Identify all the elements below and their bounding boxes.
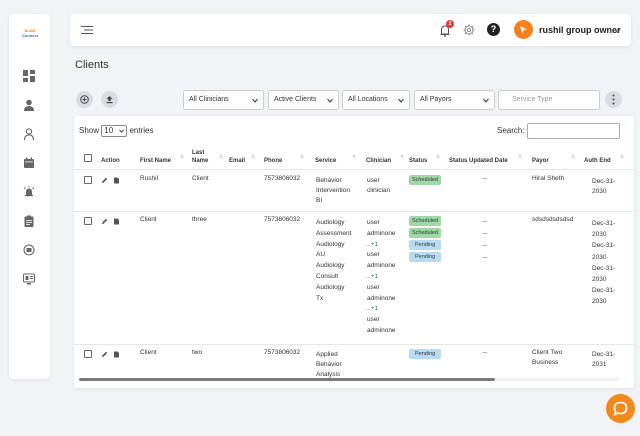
status-badge: Pending <box>409 252 442 262</box>
row-divider <box>74 344 634 345</box>
service-list: Applied Behavior Analysis <box>316 351 342 378</box>
calendar-icon[interactable] <box>22 156 36 170</box>
search-label: Search: <box>497 126 525 135</box>
auth-end-list: Dec-31- 2030 <box>592 178 616 195</box>
billing-icon[interactable] <box>22 243 36 257</box>
sort-icon: ⇅ <box>352 154 357 160</box>
chevron-down-icon <box>398 98 404 103</box>
dashboard-icon[interactable] <box>22 69 36 83</box>
row-checkbox[interactable] <box>84 217 92 225</box>
menu-toggle-icon[interactable] <box>81 24 93 36</box>
horizontal-scrollbar[interactable] <box>79 378 619 381</box>
sort-icon: ⇅ <box>251 154 256 160</box>
edit-pencil-icon[interactable] <box>101 177 108 184</box>
col-phone[interactable]: Phone <box>264 157 282 165</box>
document-icon[interactable] <box>113 351 120 358</box>
col-first-name[interactable]: First Name <box>140 157 171 165</box>
user-name[interactable]: rushil group owner <box>539 25 621 35</box>
sort-icon: ⇅ <box>571 154 576 160</box>
upload-icon <box>106 96 113 104</box>
col-last-name[interactable]: Last Name <box>192 149 208 165</box>
edit-pencil-icon[interactable] <box>101 218 108 225</box>
sort-icon: ⇅ <box>620 154 625 160</box>
clients-icon[interactable] <box>22 98 36 112</box>
clinician-list: user adminone ..+1 user adminone ..+1 user ad… <box>367 219 396 334</box>
reports-icon[interactable] <box>22 272 36 286</box>
plus-circle-icon <box>80 95 89 104</box>
col-auth-end[interactable]: Auth End <box>584 157 611 165</box>
entries-control: Show 10 entries <box>79 125 154 137</box>
sort-icon: ⇅ <box>518 154 523 160</box>
col-status-updated[interactable]: Status Updated Date <box>449 157 508 165</box>
col-payor[interactable]: Payor <box>532 157 549 165</box>
clipboard-icon[interactable] <box>22 214 36 228</box>
scrollbar-thumb[interactable] <box>79 378 495 381</box>
header-divider <box>74 169 634 170</box>
service-list: Behavior Intervention BI <box>316 177 350 204</box>
payors-filter[interactable]: All Payors <box>414 90 495 110</box>
status-badge: Scheduled <box>409 228 441 238</box>
clinician-list: user clinician <box>367 177 391 194</box>
chat-bubble-icon <box>613 401 628 416</box>
select-all-checkbox[interactable] <box>84 154 92 162</box>
chat-support-button[interactable] <box>606 394 635 423</box>
top-header: 2 ? rushil group owner <box>70 14 631 46</box>
sort-icon: ⇅ <box>219 154 224 160</box>
sidebar: Buildi Connect <box>9 14 50 379</box>
sort-icon: ⇅ <box>400 154 405 160</box>
status-badge: Pending <box>409 349 442 359</box>
user-outline-icon[interactable] <box>22 127 36 141</box>
status-badge: Pending <box>409 240 442 250</box>
col-status[interactable]: Status <box>409 157 427 165</box>
client-status-filter[interactable]: Active Clients <box>268 90 339 110</box>
sort-icon: ⇅ <box>180 154 185 160</box>
row-divider <box>74 211 634 212</box>
row-checkbox[interactable] <box>84 350 92 358</box>
service-list: Audiology Assessment Audiology AU Audiolog… <box>316 219 352 302</box>
status-badge: Scheduled <box>409 175 441 185</box>
locations-filter[interactable]: All Locations <box>342 90 410 110</box>
sort-icon: ⇅ <box>300 154 305 160</box>
service-type-input[interactable]: Service Type <box>498 90 600 110</box>
page-title: Clients <box>75 59 109 71</box>
edit-pencil-icon[interactable] <box>101 351 108 358</box>
chevron-down-icon <box>252 98 258 103</box>
add-client-button[interactable] <box>76 91 93 108</box>
sort-icon: ⇅ <box>436 154 441 160</box>
col-clinician[interactable]: Clinician <box>366 157 391 165</box>
notification-badge: 2 <box>446 20 454 28</box>
clients-table-card: Show 10 entries Search: Action First Nam… <box>74 116 634 388</box>
payor-cell: Client Two Business <box>532 349 563 366</box>
col-email[interactable]: Email <box>229 157 245 165</box>
upload-button[interactable] <box>101 91 118 108</box>
clinicians-filter[interactable]: All Clinicians <box>183 90 264 110</box>
chevron-down-icon <box>119 129 125 133</box>
auth-end-list: Dec-31- 2031 <box>592 351 616 368</box>
chevron-down-icon <box>483 98 489 103</box>
chevron-down-icon <box>327 98 333 103</box>
status-badge: Scheduled <box>409 216 441 226</box>
alarm-icon[interactable] <box>22 185 36 199</box>
document-icon[interactable] <box>113 177 120 184</box>
row-checkbox[interactable] <box>84 176 92 184</box>
chevron-down-icon[interactable] <box>614 27 621 34</box>
logo[interactable]: Buildi Connect <box>14 28 46 42</box>
col-action: Action <box>101 158 120 164</box>
updated-list: -- -- -- -- <box>483 218 488 261</box>
col-service[interactable]: Service <box>315 157 336 165</box>
auth-end-list: Dec-31- 2030 Dec-31- 2030 Dec-31- 2030 Dec-… <box>592 220 616 306</box>
help-icon[interactable]: ? <box>487 23 500 36</box>
table-search-input[interactable] <box>527 123 620 139</box>
vertical-dots-icon <box>612 94 615 105</box>
document-icon[interactable] <box>113 218 120 225</box>
more-options-button[interactable] <box>605 91 622 108</box>
entries-select[interactable]: 10 <box>101 125 128 137</box>
avatar[interactable] <box>514 20 533 39</box>
settings-gear-icon[interactable] <box>463 24 475 36</box>
